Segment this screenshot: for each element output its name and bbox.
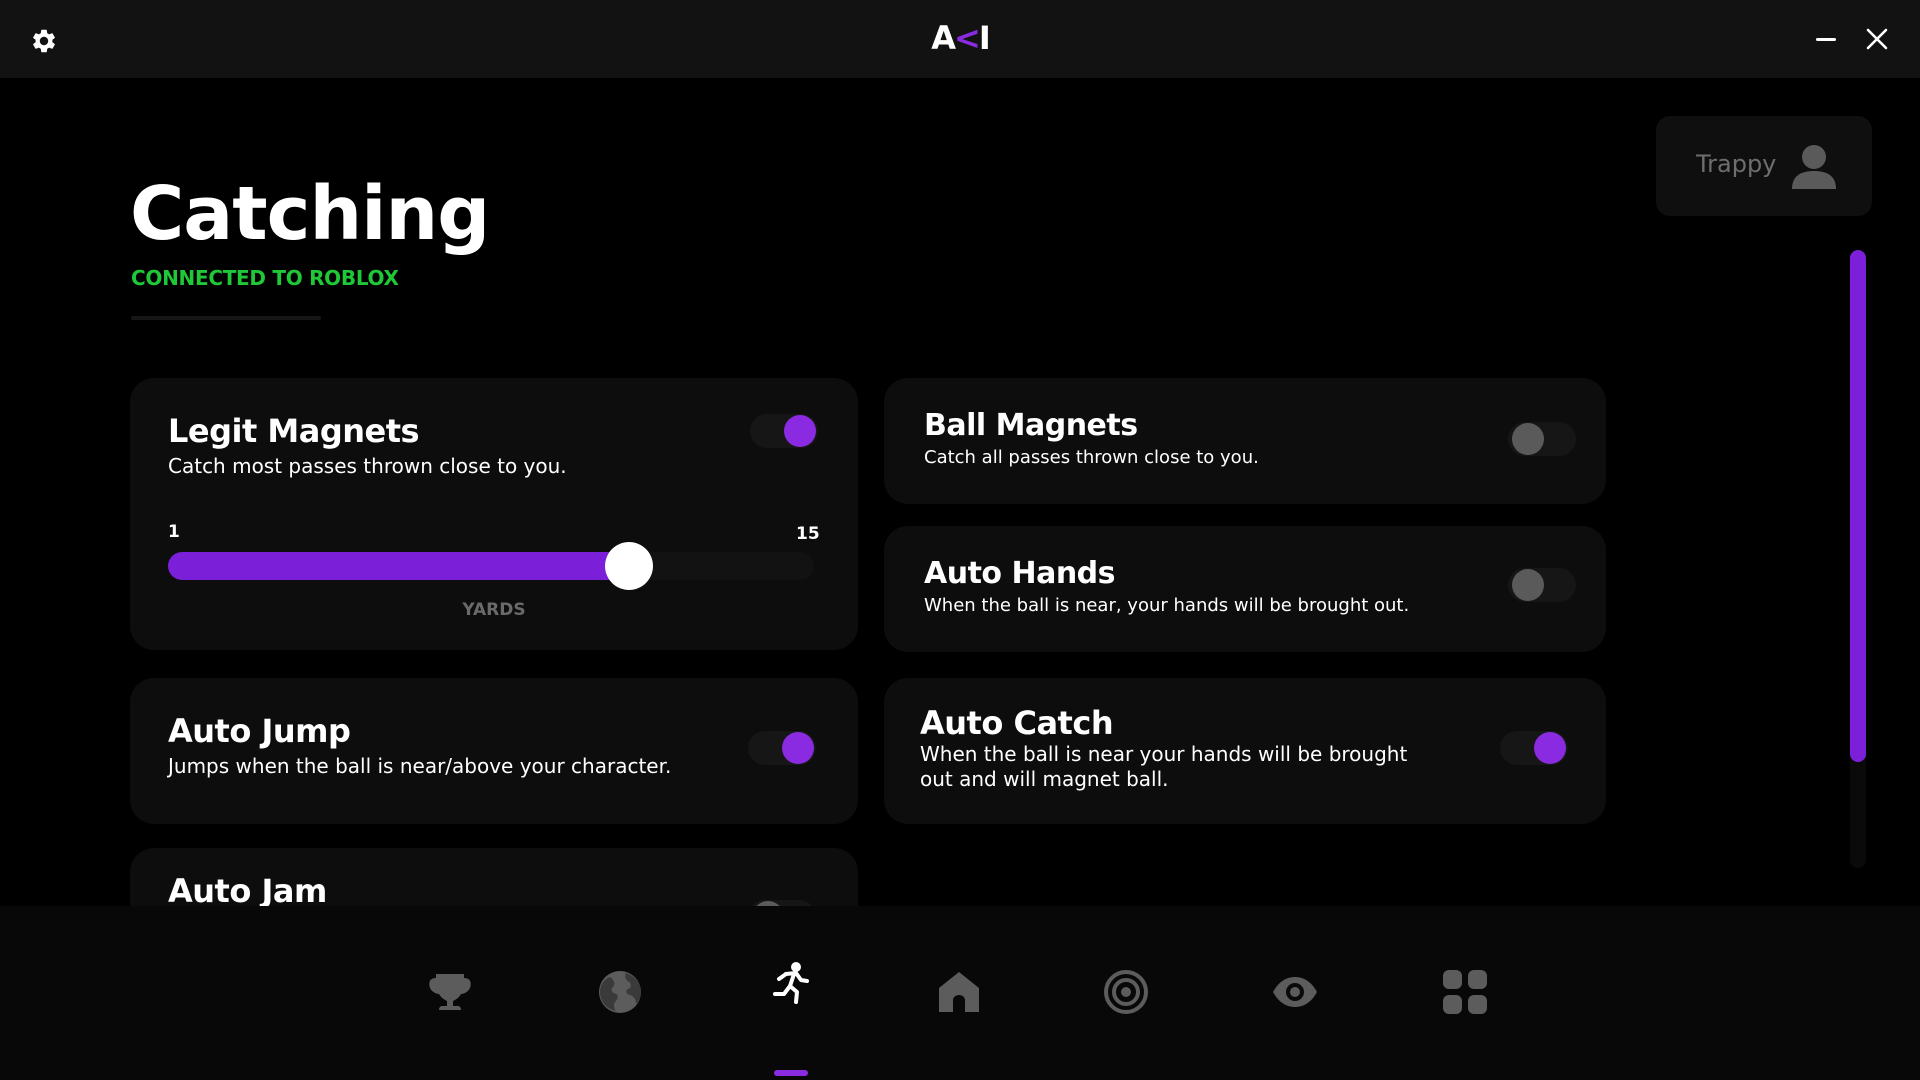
auto-hands-description: When the ball is near, your hands will b… [924, 595, 1410, 616]
user-profile-card[interactable]: Trappy [1656, 116, 1872, 216]
auto-jump-card: Auto Jump Jumps when the ball is near/ab… [130, 678, 858, 824]
title-bar: A < I [0, 0, 1920, 78]
auto-hands-card: Auto Hands When the ball is near, your h… [884, 526, 1606, 652]
scrollbar-thumb[interactable] [1850, 250, 1866, 762]
nav-visuals[interactable] [1263, 960, 1327, 1024]
ball-magnets-card: Ball Magnets Catch all passes thrown clo… [884, 378, 1606, 504]
target-icon [1104, 970, 1148, 1014]
auto-jam-card: Auto Jam [130, 848, 858, 906]
legit-magnets-toggle[interactable] [750, 414, 818, 448]
auto-jam-title: Auto Jam [168, 872, 327, 906]
eye-icon [1273, 977, 1317, 1007]
running-figure-icon [773, 962, 809, 1004]
nav-more[interactable] [1433, 960, 1497, 1024]
auto-catch-description: When the ball is near your hands will be… [920, 742, 1408, 791]
content-area: Catching CONNECTED TO ROBLOX Trappy Legi… [0, 78, 1920, 906]
auto-hands-toggle[interactable] [1508, 568, 1576, 602]
globe-icon [599, 971, 641, 1013]
connection-status: CONNECTED TO ROBLOX [131, 266, 399, 290]
home-icon [939, 972, 979, 1012]
toggle-knob [1512, 423, 1544, 455]
legit-magnets-description: Catch most passes thrown close to you. [168, 454, 567, 478]
active-tab-indicator [774, 1070, 808, 1076]
nav-globe[interactable] [588, 960, 652, 1024]
page-title: Catching [130, 171, 490, 257]
auto-jump-toggle[interactable] [748, 731, 816, 765]
slider-thumb[interactable] [605, 542, 653, 590]
avatar-icon [1788, 141, 1840, 193]
nav-catching[interactable] [758, 960, 822, 1076]
app-window: A < I Catching CONNECTED TO ROBLOX Trappy [0, 0, 1920, 1080]
username: Trappy [1696, 150, 1777, 178]
toggle-knob [784, 415, 816, 447]
minimize-icon[interactable] [1812, 26, 1842, 52]
bottom-nav [0, 906, 1920, 1080]
trophy-icon [429, 974, 471, 1010]
slider-unit-label: YARDS [462, 600, 526, 620]
toggle-knob [1512, 569, 1544, 601]
ball-magnets-description: Catch all passes thrown close to you. [924, 447, 1259, 468]
nav-target[interactable] [1094, 960, 1158, 1024]
auto-jump-title: Auto Jump [168, 712, 351, 750]
slider-max-label: 15 [796, 524, 820, 544]
auto-catch-title: Auto Catch [920, 704, 1114, 742]
auto-jump-description: Jumps when the ball is near/above your c… [168, 754, 672, 778]
settings-gear-icon[interactable] [30, 27, 58, 55]
legit-magnets-title: Legit Magnets [168, 412, 420, 450]
nav-home[interactable] [927, 960, 991, 1024]
ball-magnets-toggle[interactable] [1508, 422, 1576, 456]
slider-min-label: 1 [168, 522, 180, 542]
title-divider [131, 316, 321, 320]
app-logo: A < I [931, 19, 990, 57]
toggle-knob [782, 732, 814, 764]
yards-slider[interactable] [168, 542, 814, 590]
toggle-knob [1534, 732, 1566, 764]
ball-magnets-title: Ball Magnets [924, 408, 1138, 443]
scrollbar-track[interactable] [1850, 250, 1866, 868]
legit-magnets-card: Legit Magnets Catch most passes thrown c… [130, 378, 858, 650]
slider-fill [168, 552, 629, 580]
auto-hands-title: Auto Hands [924, 556, 1116, 591]
close-icon[interactable] [1862, 24, 1892, 54]
grid-icon [1443, 970, 1487, 1014]
nav-trophy[interactable] [418, 960, 482, 1024]
auto-catch-card: Auto Catch When the ball is near your ha… [884, 678, 1606, 824]
auto-catch-toggle[interactable] [1500, 731, 1568, 765]
